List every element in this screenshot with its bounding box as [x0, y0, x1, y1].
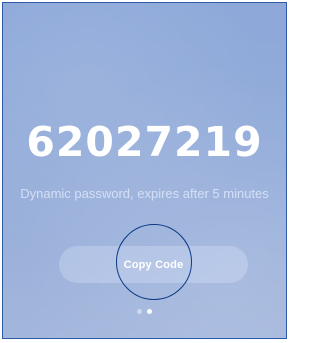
password-screen: 62027219 Dynamic password, expires after… [2, 2, 287, 339]
page-indicator [3, 309, 286, 314]
background-overlay [3, 3, 286, 338]
copy-code-button[interactable]: Copy Code [59, 246, 248, 283]
page-dot-2[interactable] [147, 309, 152, 314]
page-dot-1[interactable] [137, 309, 142, 314]
dynamic-code: 62027219 [26, 118, 263, 166]
copy-code-label: Copy Code [123, 258, 184, 271]
expiry-note: Dynamic password, expires after 5 minute… [20, 186, 269, 201]
